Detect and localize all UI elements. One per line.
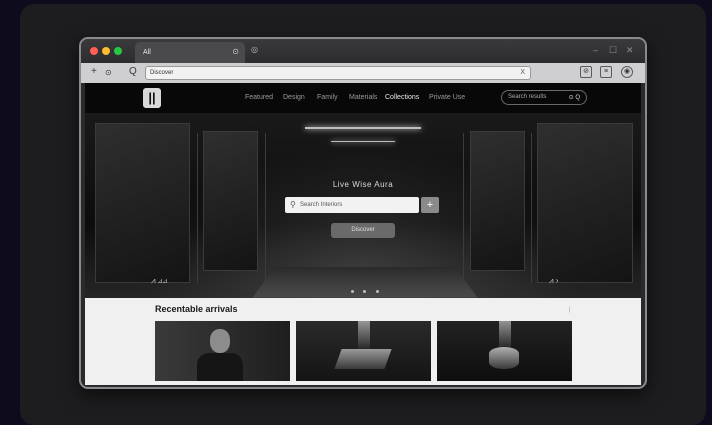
carousel-dot[interactable] — [351, 290, 354, 293]
product-image — [489, 347, 519, 369]
search-icon[interactable]: Q — [129, 66, 137, 77]
left-showcase-panel — [95, 123, 190, 283]
section-title: Recentable arrivals — [155, 304, 238, 314]
address-bar[interactable]: Discover X — [145, 66, 531, 80]
product-card[interactable] — [437, 321, 572, 381]
corridor-line — [197, 133, 198, 283]
browser-toolbar: + ⊙ Q Discover X ⊘ ≡ ◉ — [81, 63, 645, 83]
nav-item-design[interactable]: Design — [283, 94, 305, 101]
title-bar: All ⊙ ◎ – ☐ ✕ — [81, 39, 645, 63]
tab-close-icon[interactable]: ⊙ — [232, 47, 239, 56]
extension-icon[interactable]: ⊘ — [580, 66, 592, 78]
section-scroll-mark: | — [569, 307, 571, 313]
browser-tab[interactable]: All ⊙ — [135, 42, 245, 63]
nav-item-collections[interactable]: Collections — [385, 94, 419, 101]
address-text: Discover — [150, 70, 174, 76]
carousel-dot[interactable] — [375, 290, 379, 293]
minimize-icon[interactable]: – — [593, 45, 598, 55]
site-search-icon[interactable]: ⊙ Q — [569, 94, 580, 101]
maximize-icon[interactable]: ☐ — [609, 45, 617, 56]
site-header: || Featured Design Family Materials Coll… — [85, 83, 641, 113]
product-card[interactable] — [155, 321, 290, 381]
site-search-placeholder: Search results — [508, 94, 547, 100]
corridor-line — [265, 133, 266, 283]
corridor-line — [463, 133, 464, 283]
refresh-icon[interactable]: ⊙ — [105, 68, 112, 77]
new-tab-icon[interactable]: ◎ — [251, 45, 258, 54]
minimize-window-button[interactable] — [102, 47, 110, 55]
product-image — [334, 349, 392, 369]
profile-icon[interactable]: ◉ — [621, 66, 633, 78]
model-image — [210, 329, 230, 353]
nav-item-family[interactable]: Family — [317, 94, 338, 101]
site-search-input[interactable]: Search results ⊙ Q — [501, 90, 587, 105]
nav-item-featured[interactable]: Featured — [245, 94, 273, 101]
carousel-dots — [351, 280, 384, 298]
carousel-dot[interactable] — [363, 290, 367, 293]
plus-icon[interactable]: + — [91, 66, 97, 77]
close-icon[interactable]: ✕ — [626, 45, 634, 56]
ceiling-light — [305, 127, 421, 129]
right-glass-panel — [470, 131, 525, 271]
corridor-line — [531, 133, 532, 283]
hero-banner: Live Wise Aura ⚲ Search Interiors + Disc… — [85, 113, 641, 298]
light-beam-image — [358, 321, 370, 351]
nav-item-private-use[interactable]: Private Use — [429, 94, 465, 101]
hero-search-placeholder: Search Interiors — [300, 202, 343, 208]
site-logo[interactable]: || — [143, 88, 161, 108]
carousel-prev-icon[interactable]: ⩘ ⊿⊿ — [151, 276, 167, 286]
web-page: || Featured Design Family Materials Coll… — [85, 83, 641, 385]
search-icon: ⚲ — [290, 200, 296, 209]
right-showcase-panel — [537, 123, 633, 283]
browser-window: All ⊙ ◎ – ☐ ✕ + ⊙ Q Discover X ⊘ ≡ ◉ || … — [79, 37, 647, 389]
clear-address-icon[interactable]: X — [520, 69, 525, 76]
hero-search-input[interactable]: ⚲ Search Interiors — [285, 197, 419, 213]
model-image — [197, 353, 243, 381]
carousel-next-icon[interactable]: ⩘ › — [549, 276, 558, 286]
discover-button[interactable]: Discover — [331, 223, 395, 238]
ceiling-light — [331, 141, 395, 142]
product-card[interactable] — [296, 321, 431, 381]
left-glass-panel — [203, 131, 258, 271]
hero-title: Live Wise Aura — [332, 180, 394, 189]
zoom-window-button[interactable] — [114, 47, 122, 55]
close-window-button[interactable] — [90, 47, 98, 55]
tab-title: All — [143, 49, 151, 56]
add-button[interactable]: + — [421, 197, 439, 213]
nav-item-materials[interactable]: Materials — [349, 94, 377, 101]
reader-icon[interactable]: ≡ — [600, 66, 612, 78]
